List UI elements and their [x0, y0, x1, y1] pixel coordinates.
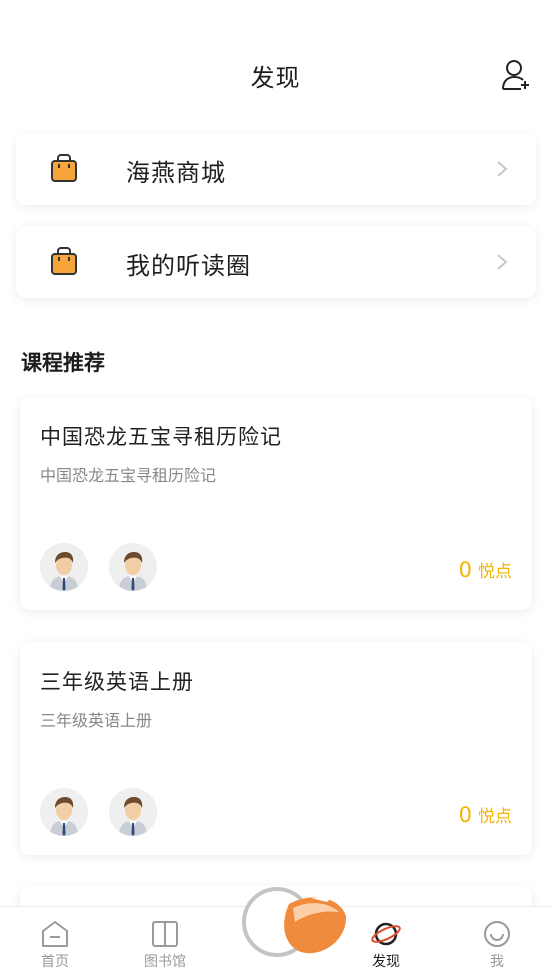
tab-label: 发现 [372, 954, 400, 970]
menu-item-reading-circle[interactable]: 我的听读圈 [16, 226, 536, 298]
section-title: 课程推荐 [21, 351, 105, 375]
menu-item-store[interactable]: 海燕商城 [16, 133, 536, 205]
chevron-right-icon [497, 161, 508, 177]
tab-label: 我 [490, 954, 504, 970]
course-card[interactable]: 中国恐龙五宝寻租历险记 中国恐龙五宝寻租历险记 0 悦点 [20, 397, 532, 610]
planet-icon [371, 922, 401, 946]
home-icon [42, 921, 68, 947]
menu-item-label: 我的听读圈 [126, 252, 251, 280]
points-number: 0 [458, 558, 472, 582]
points-value: 0 悦点 [459, 802, 512, 827]
shopping-bag-icon [51, 154, 77, 182]
page-title: 发现 [250, 64, 301, 92]
course-subtitle: 中国恐龙五宝寻租历险记 [40, 466, 217, 485]
shopping-bag-icon [51, 247, 77, 275]
course-subtitle: 三年级英语上册 [40, 711, 153, 730]
tab-library[interactable]: 图书馆 [120, 907, 210, 979]
discover-page: 发现 海燕商城 我的听读圈 课程推荐 中国恐龙五宝寻租历险记 中国恐龙五宝寻租历… [0, 0, 551, 979]
header: 发现 [0, 0, 551, 120]
play-center-button[interactable] [241, 886, 351, 966]
course-title: 中国恐龙五宝寻租历险记 [40, 425, 282, 449]
add-user-icon[interactable] [501, 58, 531, 92]
points-unit: 悦点 [478, 807, 512, 827]
chevron-right-icon [497, 254, 508, 270]
tab-me[interactable]: 我 [452, 907, 542, 979]
tab-label: 图书馆 [144, 954, 186, 970]
avatar [40, 788, 88, 836]
avatar [40, 543, 88, 591]
course-title: 三年级英语上册 [40, 670, 194, 694]
points-unit: 悦点 [478, 562, 512, 582]
tab-discover[interactable]: 发现 [341, 907, 431, 979]
avatar [109, 788, 157, 836]
tab-home[interactable]: 首页 [10, 907, 100, 979]
avatar [109, 543, 157, 591]
points-number: 0 [458, 803, 472, 827]
course-card[interactable]: 三年级英语上册 三年级英语上册 0 悦点 [20, 642, 532, 855]
points-value: 0 悦点 [459, 557, 512, 582]
tab-label: 首页 [41, 954, 69, 970]
book-icon [152, 921, 178, 947]
menu-item-label: 海燕商城 [126, 159, 226, 187]
smile-icon [484, 921, 510, 947]
